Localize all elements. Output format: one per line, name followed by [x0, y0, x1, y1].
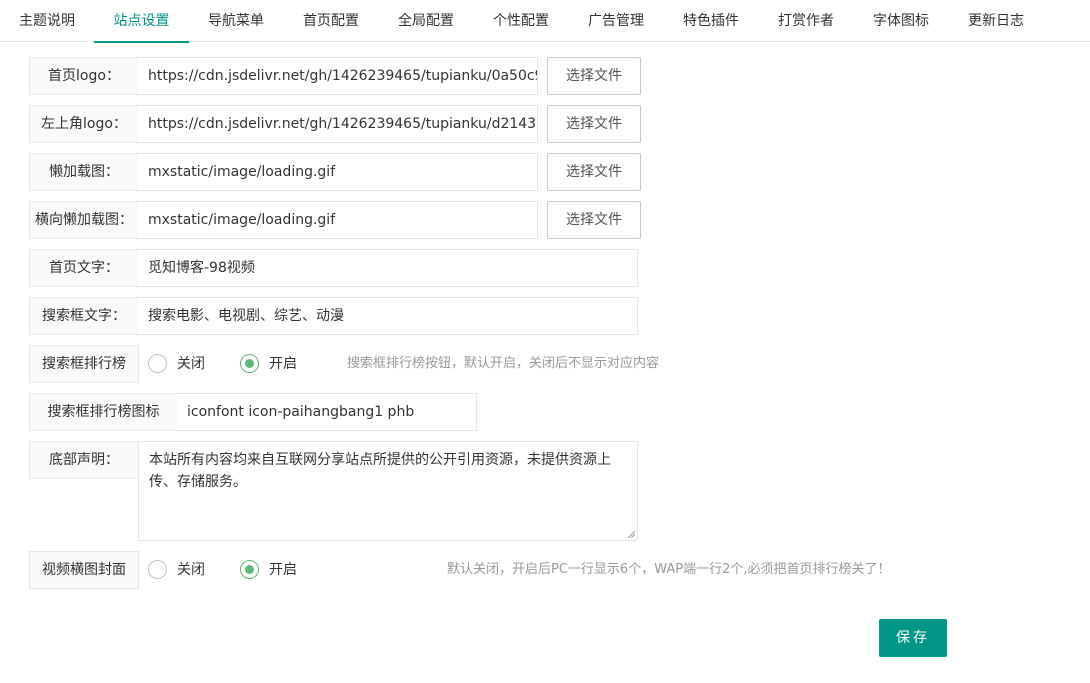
radio-checked-icon: [240, 560, 259, 579]
video-cover-label: 视频横图封面: [29, 551, 139, 589]
radio-checked-icon: [240, 354, 259, 373]
lazy-img-input[interactable]: mxstatic/image/loading.gif: [138, 153, 538, 191]
search-rank-on-label: 开启: [269, 356, 297, 372]
home-text-input[interactable]: 觅知博客-98视频: [138, 249, 638, 287]
search-rank-off-label: 关闭: [177, 356, 205, 372]
tab-global-config[interactable]: 全局配置: [395, 0, 457, 42]
tab-font-icons[interactable]: 字体图标: [870, 0, 932, 42]
tab-personal-config[interactable]: 个性配置: [490, 0, 552, 42]
radio-off-icon: [148, 354, 167, 373]
tab-home-config[interactable]: 首页配置: [300, 0, 362, 42]
video-cover-on-label: 开启: [269, 562, 297, 578]
video-cover-hint: 默认关闭，开启后PC一行显示6个，WAP端一行2个,必须把首页排行榜关了！: [447, 562, 891, 577]
home-text-label: 首页文字：: [29, 249, 139, 287]
search-rank-label: 搜索框排行榜: [29, 345, 139, 383]
top-logo-upload-button[interactable]: 选择文件: [547, 105, 641, 143]
search-rank-hint: 搜索框排行榜按钮，默认开启，关闭后不显示对应内容: [347, 356, 660, 371]
tab-donate[interactable]: 打赏作者: [775, 0, 837, 42]
form-row-search-rank: 搜索框排行榜 关闭 开启 搜索框排行榜按钮，默认开启，关闭后不显示对应内容: [29, 345, 729, 383]
tab-changelog[interactable]: 更新日志: [965, 0, 1027, 42]
lazy-img-label: 懒加载图：: [29, 153, 139, 191]
tab-nav-menu[interactable]: 导航菜单: [205, 0, 267, 42]
resize-handle-icon[interactable]: [627, 530, 635, 538]
tab-theme-info[interactable]: 主题说明: [16, 0, 78, 42]
lazy-img-upload-button[interactable]: 选择文件: [547, 153, 641, 191]
tab-bar: 主题说明 站点设置 导航菜单 首页配置 全局配置 个性配置 广告管理 特色插件 …: [0, 0, 1090, 43]
top-logo-label: 左上角logo：: [29, 105, 139, 143]
footer-textarea[interactable]: 本站所有内容均来自互联网分享站点所提供的公开引用资源，未提供资源上传、存储服务。: [138, 441, 638, 541]
tab-ad-manage[interactable]: 广告管理: [585, 0, 647, 42]
radio-off-icon: [148, 560, 167, 579]
search-rank-icon-label: 搜索框排行榜图标: [29, 393, 178, 431]
video-cover-on-radio[interactable]: 开启: [240, 559, 310, 581]
video-cover-off-radio[interactable]: 关闭: [148, 559, 218, 581]
lazy-img-h-input[interactable]: mxstatic/image/loading.gif: [138, 201, 538, 239]
footer-text: 本站所有内容均来自互联网分享站点所提供的公开引用资源，未提供资源上传、存储服务。: [149, 452, 611, 490]
form-row-video-cover: 视频横图封面 关闭 开启 默认关闭，开启后PC一行显示6个，WAP端一行2个,必…: [29, 551, 929, 589]
search-rank-icon-input[interactable]: iconfont icon-paihangbang1 phb: [177, 393, 477, 431]
video-cover-off-label: 关闭: [177, 562, 205, 578]
lazy-img-h-upload-button[interactable]: 选择文件: [547, 201, 641, 239]
tab-plugins[interactable]: 特色插件: [680, 0, 742, 42]
home-logo-input[interactable]: https://cdn.jsdelivr.net/gh/1426239465/t…: [138, 57, 538, 95]
footer-label: 底部声明：: [29, 441, 139, 479]
save-button[interactable]: 保存: [879, 619, 947, 657]
search-rank-on-radio[interactable]: 开启: [240, 353, 310, 375]
home-logo-label: 首页logo：: [29, 57, 139, 95]
home-logo-upload-button[interactable]: 选择文件: [547, 57, 641, 95]
tab-site-settings[interactable]: 站点设置: [94, 0, 189, 43]
top-logo-input[interactable]: https://cdn.jsdelivr.net/gh/1426239465/t…: [138, 105, 538, 143]
search-text-input[interactable]: 搜索电影、电视剧、综艺、动漫: [138, 297, 638, 335]
search-text-label: 搜索框文字：: [29, 297, 139, 335]
search-rank-off-radio[interactable]: 关闭: [148, 353, 218, 375]
lazy-img-h-label: 横向懒加载图：: [29, 201, 139, 239]
